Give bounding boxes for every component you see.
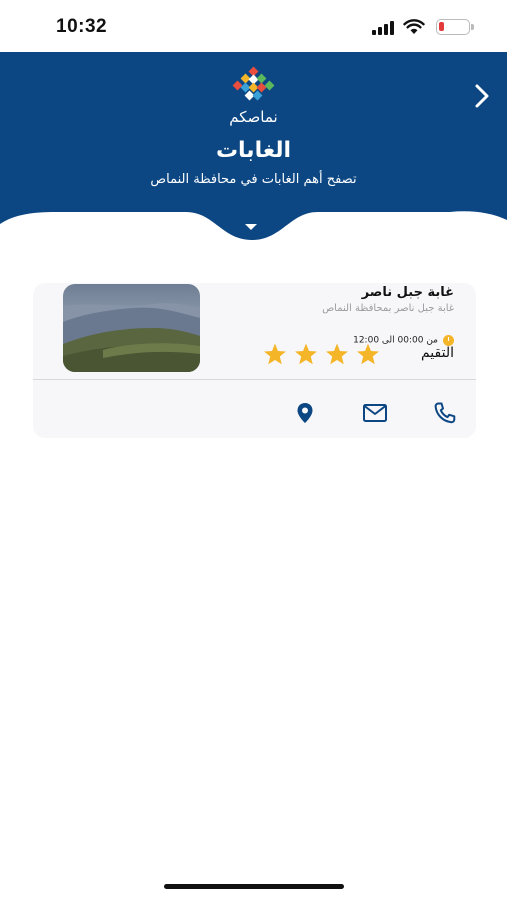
wifi-icon (403, 19, 425, 34)
home-indicator (164, 884, 344, 889)
forest-description: غابة جبل ناصر بمحافظة النماص (322, 303, 454, 314)
forest-name: غابة جبل ناصر (361, 285, 454, 300)
card-content: غابة جبل ناصر غابة جبل ناصر بمحافظة النم… (33, 283, 476, 379)
status-bar: 10:32 19 (0, 0, 507, 52)
status-time: 10:32 (56, 16, 108, 37)
star-icon (295, 343, 317, 365)
rating-label: التقيم (420, 345, 454, 361)
battery-cap (471, 24, 474, 30)
battery-level: 19 (446, 20, 460, 32)
signal-icon (372, 21, 394, 35)
card-divider (33, 379, 476, 380)
star-icon (326, 343, 348, 365)
logo-text: نماصكم (229, 108, 278, 126)
opening-hours: من 00:00 الى 12:00 (353, 330, 454, 346)
location-pin-icon[interactable] (292, 400, 318, 426)
battery-icon: 19 (436, 19, 470, 35)
header: نماصكم الغابات تصفح أهم الغابات في محافظ… (0, 52, 507, 302)
logo-icon (232, 66, 275, 101)
rating-stars (264, 343, 379, 365)
forest-card[interactable]: غابة جبل ناصر غابة جبل ناصر بمحافظة النم… (33, 283, 476, 438)
forest-thumbnail (63, 284, 200, 372)
star-icon (357, 343, 379, 365)
page-title: الغابات (215, 138, 292, 163)
caret-down-icon[interactable] (243, 222, 259, 232)
chevron-right-icon[interactable] (470, 82, 494, 110)
mail-icon[interactable] (362, 400, 388, 426)
phone-icon[interactable] (432, 400, 458, 426)
page-subtitle: تصفح أهم الغابات في محافظة النماص (150, 172, 357, 187)
star-icon (264, 343, 286, 365)
